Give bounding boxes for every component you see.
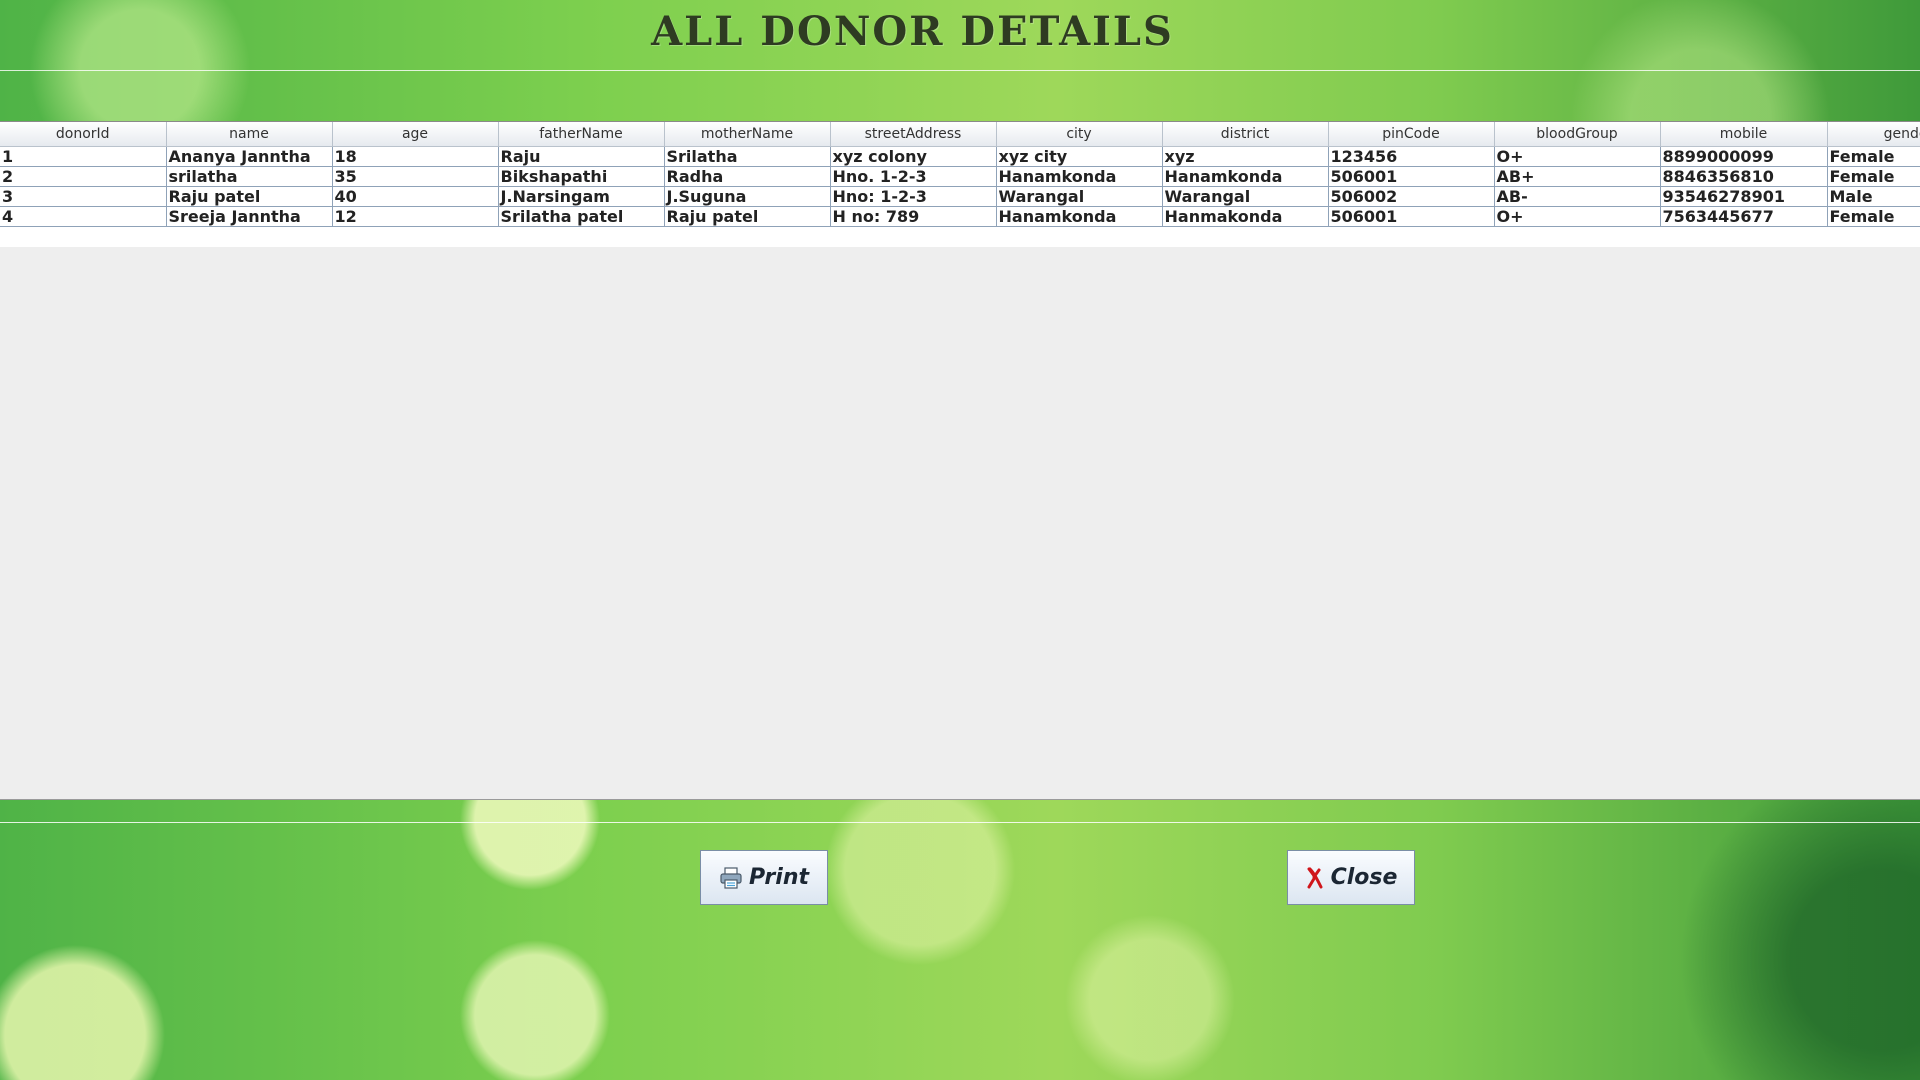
table-cell[interactable]: 8899000099: [1660, 146, 1828, 167]
table-cell[interactable]: AB+: [1494, 166, 1661, 187]
table-cell[interactable]: Male: [1827, 186, 1920, 207]
table-cell[interactable]: J.Narsingam: [498, 186, 665, 207]
table-row[interactable]: 2 srilatha 35 Bikshapathi Radha Hno. 1-2…: [0, 166, 1920, 187]
table-cell[interactable]: 93546278901: [1660, 186, 1828, 207]
table-cell[interactable]: Female: [1827, 146, 1920, 167]
table-row[interactable]: 1 Ananya Janntha 18 Raju Srilatha xyz co…: [0, 146, 1920, 167]
table-cell[interactable]: srilatha: [166, 166, 333, 187]
column-header-city[interactable]: city: [996, 122, 1163, 147]
column-header-district[interactable]: district: [1162, 122, 1329, 147]
column-header-streetaddress[interactable]: streetAddress: [830, 122, 997, 147]
column-header-name[interactable]: name: [166, 122, 333, 147]
close-button[interactable]: Close: [1287, 850, 1415, 905]
table-cell[interactable]: 18: [332, 146, 499, 167]
table-cell[interactable]: Ananya Janntha: [166, 146, 333, 167]
table-cell[interactable]: Sreeja Janntha: [166, 206, 333, 227]
table-cell[interactable]: Raju: [498, 146, 665, 167]
table-cell[interactable]: Female: [1827, 166, 1920, 187]
close-button-label: Close: [1330, 865, 1398, 890]
table-cell[interactable]: Raju patel: [166, 186, 333, 207]
table-cell[interactable]: O+: [1494, 146, 1661, 167]
table-cell[interactable]: J.Suguna: [664, 186, 831, 207]
table-row[interactable]: 3 Raju patel 40 J.Narsingam J.Suguna Hno…: [0, 186, 1920, 207]
table-cell[interactable]: 12: [332, 206, 499, 227]
table-cell[interactable]: AB-: [1494, 186, 1661, 207]
table-cell[interactable]: 123456: [1328, 146, 1495, 167]
table-cell[interactable]: Hanamkonda: [996, 206, 1163, 227]
table-cell[interactable]: Srilatha: [664, 146, 831, 167]
table-cell[interactable]: O+: [1494, 206, 1661, 227]
table-cell[interactable]: xyz city: [996, 146, 1163, 167]
table-cell[interactable]: Hno. 1-2-3: [830, 166, 997, 187]
table-cell[interactable]: 506001: [1328, 166, 1495, 187]
table-cell[interactable]: 4: [0, 206, 167, 227]
table-cell[interactable]: Srilatha patel: [498, 206, 665, 227]
table-cell[interactable]: 506002: [1328, 186, 1495, 207]
column-header-fathername[interactable]: fatherName: [498, 122, 665, 147]
table-cell[interactable]: Female: [1827, 206, 1920, 227]
column-header-mobile[interactable]: mobile: [1660, 122, 1828, 147]
column-header-bloodgroup[interactable]: bloodGroup: [1494, 122, 1661, 147]
table-cell[interactable]: H no: 789: [830, 206, 997, 227]
table-cell[interactable]: Hanamkonda: [1162, 166, 1329, 187]
table-row[interactable]: 4 Sreeja Janntha 12 Srilatha patel Raju …: [0, 206, 1920, 227]
table-header-row: donorId name age fatherName motherName s…: [0, 122, 1920, 147]
table-cell[interactable]: xyz colony: [830, 146, 997, 167]
table-cell[interactable]: Hanamkonda: [996, 166, 1163, 187]
column-header-pincode[interactable]: pinCode: [1328, 122, 1495, 147]
table-cell[interactable]: 506001: [1328, 206, 1495, 227]
table-scroll-pane[interactable]: donorId name age fatherName motherName s…: [0, 121, 1920, 800]
table-cell[interactable]: Hanmakonda: [1162, 206, 1329, 227]
table-cell[interactable]: 2: [0, 166, 167, 187]
table-cell[interactable]: 8846356810: [1660, 166, 1828, 187]
table-cell[interactable]: 1: [0, 146, 167, 167]
column-header-gender[interactable]: gender: [1827, 122, 1920, 147]
column-header-donorid[interactable]: donorId: [0, 122, 167, 147]
table-cell[interactable]: Warangal: [996, 186, 1163, 207]
printer-icon: [719, 866, 743, 890]
print-button[interactable]: Print: [700, 850, 828, 905]
bottom-divider: [0, 822, 1920, 823]
column-header-age[interactable]: age: [332, 122, 499, 147]
table-cell[interactable]: Bikshapathi: [498, 166, 665, 187]
donor-details-window: ALL DONOR DETAILS donorId name age fathe…: [0, 0, 1920, 1080]
table-cell[interactable]: Hno: 1-2-3: [830, 186, 997, 207]
table-cell[interactable]: Warangal: [1162, 186, 1329, 207]
table-cell[interactable]: xyz: [1162, 146, 1329, 167]
table-cell[interactable]: 40: [332, 186, 499, 207]
title-bar: ALL DONOR DETAILS: [0, 0, 1920, 71]
table-cell[interactable]: Radha: [664, 166, 831, 187]
print-button-label: Print: [748, 865, 810, 890]
table-cell[interactable]: 35: [332, 166, 499, 187]
table-cell[interactable]: 3: [0, 186, 167, 207]
table-cell[interactable]: 7563445677: [1660, 206, 1828, 227]
page-title: ALL DONOR DETAILS: [651, 8, 1174, 55]
close-x-icon: [1305, 867, 1325, 889]
table-cell[interactable]: Raju patel: [664, 206, 831, 227]
donor-table: donorId name age fatherName motherName s…: [0, 122, 1920, 227]
column-header-mothername[interactable]: motherName: [664, 122, 831, 147]
table-empty-row-area: [0, 227, 1920, 247]
